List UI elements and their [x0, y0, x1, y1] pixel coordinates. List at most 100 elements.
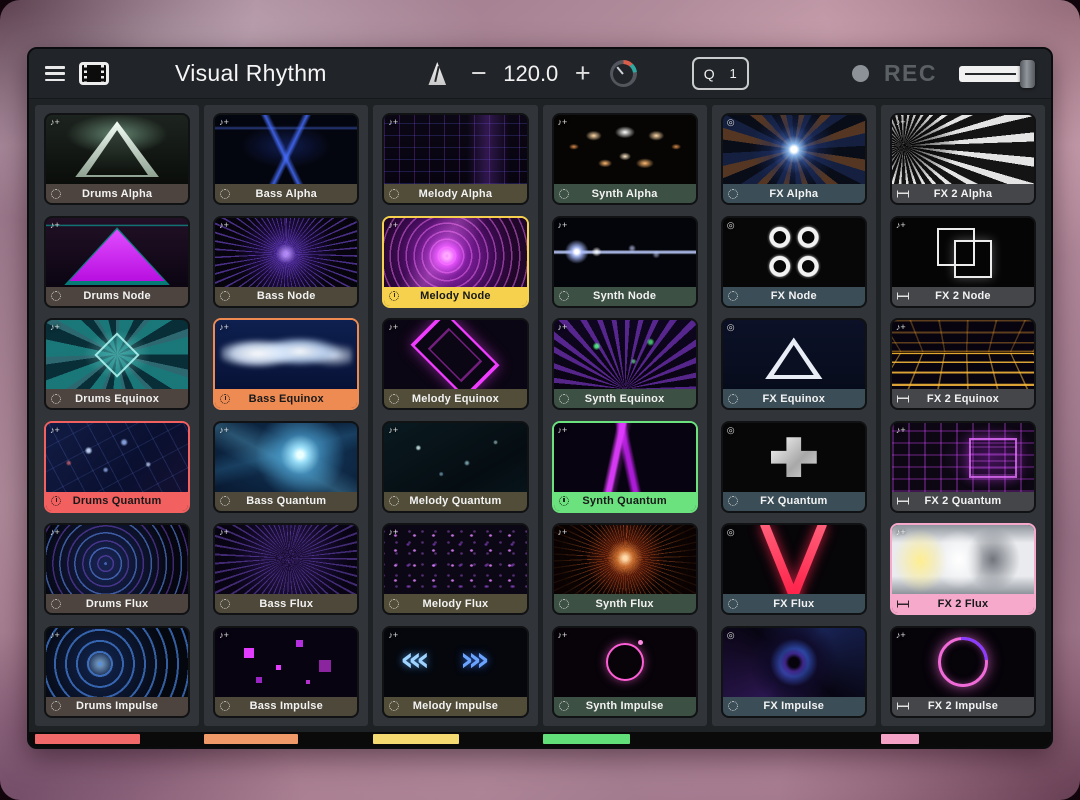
- clip-cell[interactable]: ♪+ Drums Impulse: [44, 626, 190, 718]
- column-progress-strip: [712, 734, 876, 744]
- note-plus-icon: ♪+: [50, 630, 60, 640]
- loop-quantize-icon: [51, 599, 61, 609]
- column-progress-strip: [543, 734, 707, 744]
- tap-tempo-dial-icon[interactable]: [610, 60, 637, 87]
- tempo-value[interactable]: 120.0: [500, 61, 562, 87]
- clip-cell[interactable]: ♪+ Synth Flux: [552, 523, 698, 615]
- fader-knob[interactable]: [1020, 60, 1035, 88]
- clip-label: FX 2 Flux: [938, 598, 989, 610]
- clip-label: FX 2 Quantum: [924, 495, 1001, 507]
- clip-cell[interactable]: ♪+ Synth Equinox: [552, 318, 698, 410]
- clip-cell[interactable]: ♪+ Drums Quantum: [44, 421, 190, 513]
- loop-quantize-icon: [220, 394, 230, 404]
- clip-cell[interactable]: ◎ FX Node: [721, 216, 867, 308]
- clip-cell[interactable]: ◎ FX Impulse: [721, 626, 867, 718]
- clip-cell[interactable]: ♪+ FX 2 Quantum: [890, 421, 1036, 513]
- metronome-icon[interactable]: [427, 62, 448, 85]
- clip-thumbnail: ♪+: [892, 423, 1034, 492]
- note-plus-icon: ♪+: [896, 322, 906, 332]
- clip-thumbnail: ♪+: [46, 628, 188, 697]
- clip-cell[interactable]: ♪+ Melody Node: [382, 216, 528, 308]
- clip-thumbnail: ♪+: [215, 218, 357, 287]
- clip-cell[interactable]: ♪+ Bass Impulse: [213, 626, 359, 718]
- clip-cell[interactable]: ◎ FX Alpha: [721, 113, 867, 205]
- clip-label: FX Flux: [773, 598, 814, 610]
- clip-column: ♪+ Bass Alpha ♪+ Bass Node ♪+ Bass Equin…: [204, 105, 368, 726]
- master-fader[interactable]: [959, 59, 1035, 89]
- clip-cell[interactable]: ♪+ Melody Quantum: [382, 421, 528, 513]
- tempo-increase-button[interactable]: +: [570, 60, 596, 87]
- record-target-icon: ◎: [727, 117, 735, 128]
- clip-cell[interactable]: ♪+ Bass Node: [213, 216, 359, 308]
- loop-quantize-icon: [220, 701, 230, 711]
- clip-cell[interactable]: ◎ FX Equinox: [721, 318, 867, 410]
- clip-cell[interactable]: ◎ FX Flux: [721, 523, 867, 615]
- loop-quantize-icon: [389, 496, 399, 506]
- clip-cell[interactable]: ♪+ FX 2 Equinox: [890, 318, 1036, 410]
- clip-label-bar: Melody Impulse: [384, 697, 526, 716]
- clip-label-bar: Synth Alpha: [554, 184, 696, 203]
- clip-cell[interactable]: ♪+ Melody Impulse: [382, 626, 528, 718]
- note-plus-icon: ♪+: [896, 220, 906, 230]
- note-plus-icon: ♪+: [219, 425, 229, 435]
- menu-bar-line: [45, 79, 65, 82]
- clip-cell[interactable]: ♪+ Bass Alpha: [213, 113, 359, 205]
- note-plus-icon: ♪+: [50, 425, 60, 435]
- clip-label: Drums Quantum: [73, 495, 162, 507]
- film-strip-icon[interactable]: [79, 62, 109, 85]
- clip-cell[interactable]: ♪+ Melody Flux: [382, 523, 528, 615]
- column-progress-bar: [29, 732, 1051, 747]
- menu-icon[interactable]: [45, 66, 65, 81]
- clip-thumbnail: ♪+: [46, 525, 188, 594]
- quantize-selector[interactable]: Q 1: [692, 57, 749, 90]
- loop-quantize-icon: [559, 394, 569, 404]
- clip-thumbnail: ♪+: [215, 115, 357, 184]
- clip-label: Melody Quantum: [409, 495, 501, 507]
- clip-cell[interactable]: ♪+ Melody Alpha: [382, 113, 528, 205]
- clip-cell[interactable]: ♪+ Synth Alpha: [552, 113, 698, 205]
- tempo-decrease-button[interactable]: −: [466, 60, 492, 87]
- clip-label-bar: Melody Equinox: [384, 389, 526, 408]
- clip-cell[interactable]: ♪+ Drums Equinox: [44, 318, 190, 410]
- record-indicator-dot[interactable]: [852, 65, 869, 82]
- clip-cell[interactable]: ♪+ FX 2 Alpha: [890, 113, 1036, 205]
- clip-label-bar: Melody Flux: [384, 594, 526, 613]
- clip-cell[interactable]: ♪+ FX 2 Flux: [890, 523, 1036, 615]
- note-plus-icon: ♪+: [558, 527, 568, 537]
- range-icon: [897, 190, 909, 197]
- fader-track[interactable]: [959, 66, 1022, 82]
- clip-thumbnail: ♪+: [215, 320, 357, 389]
- clip-cell[interactable]: ♪+ Drums Node: [44, 216, 190, 308]
- clip-cell[interactable]: ♪+ Bass Flux: [213, 523, 359, 615]
- clip-label: Bass Equinox: [249, 393, 324, 405]
- clip-thumbnail: ♪+: [554, 423, 696, 492]
- clip-cell[interactable]: ♪+ Melody Equinox: [382, 318, 528, 410]
- clip-label: FX Alpha: [769, 188, 818, 200]
- dial-needle: [617, 66, 624, 74]
- clip-cell[interactable]: ◎ FX Quantum: [721, 421, 867, 513]
- clip-thumbnail: ◎: [723, 525, 865, 594]
- clip-label: Synth Impulse: [586, 700, 664, 712]
- clip-label: FX Impulse: [763, 700, 824, 712]
- note-plus-icon: ♪+: [388, 220, 398, 230]
- clip-cell[interactable]: ♪+ Drums Flux: [44, 523, 190, 615]
- clip-thumbnail: ◎: [723, 320, 865, 389]
- clip-cell[interactable]: ♪+ Synth Node: [552, 216, 698, 308]
- clip-label: Bass Alpha: [256, 188, 318, 200]
- note-plus-icon: ♪+: [558, 117, 568, 127]
- clip-cell[interactable]: ♪+ Bass Quantum: [213, 421, 359, 513]
- clip-cell[interactable]: ♪+ FX 2 Node: [890, 216, 1036, 308]
- clip-label: Drums Node: [83, 290, 150, 302]
- clip-cell[interactable]: ♪+ FX 2 Impulse: [890, 626, 1036, 718]
- loop-quantize-icon: [51, 394, 61, 404]
- clip-cell[interactable]: ♪+ Bass Equinox: [213, 318, 359, 410]
- clip-cell[interactable]: ♪+ Synth Quantum: [552, 421, 698, 513]
- clip-cell[interactable]: ♪+ Drums Alpha: [44, 113, 190, 205]
- loop-quantize-icon: [728, 701, 738, 711]
- loop-quantize-icon: [559, 701, 569, 711]
- column-progress-fill: [881, 734, 919, 744]
- clip-cell[interactable]: ♪+ Synth Impulse: [552, 626, 698, 718]
- clip-column: ♪+ Synth Alpha ♪+ Synth Node ♪+ Synth Eq…: [543, 105, 707, 726]
- loop-quantize-icon: [728, 394, 738, 404]
- clip-label-bar: Drums Quantum: [46, 492, 188, 511]
